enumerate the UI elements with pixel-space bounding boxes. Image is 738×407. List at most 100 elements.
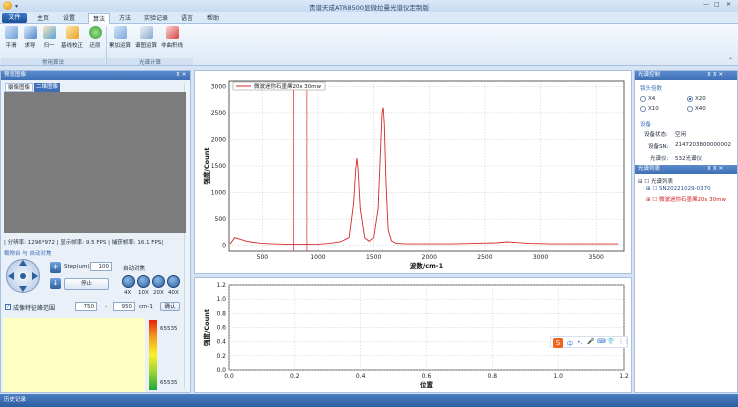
group-spectrum-calculation: 光谱计算: [107, 58, 193, 66]
profile-xtick-label: 1.0: [553, 373, 563, 380]
tab-experiment-records[interactable]: 实验记录: [142, 13, 170, 24]
spectrum-operation-button[interactable]: 谱图运算: [134, 26, 158, 49]
normalize-label: 归一: [43, 43, 55, 49]
baseline-label: 基线校正: [60, 43, 83, 49]
ribbon-tab-bar: 文件 主页 设置 算法 方法 实验记录 语言 帮助: [0, 12, 738, 24]
ribbon-collapse-icon[interactable]: ⌃: [728, 57, 733, 64]
objective-20x-icon[interactable]: [152, 275, 165, 288]
camera-status: | 分辨率: 1296*972 | 显示帧率: 9.5 FPS | 捕获帧率: …: [4, 240, 164, 246]
panel-pin-icon[interactable]: ⊼ ✕: [176, 71, 186, 80]
spectrum-xtick-label: 3500: [589, 254, 604, 261]
derivative-label: 求导: [24, 43, 36, 49]
group-common-algorithms: 常用算法: [1, 58, 105, 66]
minimize-button[interactable]: —: [703, 1, 709, 8]
tab-camera-image[interactable]: 摄像图像: [5, 83, 34, 92]
radio-x4[interactable]: [640, 96, 646, 102]
tree-item-sample[interactable]: ⊞ ☐ 微波迷你石墨烯20s 30mw: [646, 195, 726, 203]
z-up-button[interactable]: +: [50, 262, 61, 273]
ime-voice-icon[interactable]: 🎤: [587, 338, 594, 345]
objective-40x-icon[interactable]: [167, 275, 180, 288]
spectrum-xtick-label: 1500: [366, 254, 381, 261]
profile-ytick-label: 1.2: [216, 282, 226, 289]
smooth-icon: [4, 26, 18, 39]
profile-ytick-label: 0.8: [216, 310, 226, 317]
tab-2d-image[interactable]: 二维图像: [34, 83, 61, 92]
profile-xtick-label: 0.2: [290, 373, 300, 380]
objective-10x-icon[interactable]: [137, 275, 150, 288]
profile-xtick-label: 0.0: [224, 373, 234, 380]
close-button[interactable]: ✕: [726, 1, 731, 8]
spectrum-xtick-label: 3000: [533, 254, 548, 261]
spectrum-xlabel: 波数/cm-1: [410, 261, 444, 270]
ime-skin-icon[interactable]: 👕: [607, 338, 614, 345]
range-from-input[interactable]: 750: [75, 302, 97, 311]
normalize-button[interactable]: 归一: [40, 26, 58, 49]
history-panel-header[interactable]: 历史记录: [0, 394, 738, 407]
maximize-button[interactable]: □: [714, 1, 720, 8]
spectrum-ytick-label: 2000: [211, 136, 226, 143]
spectrum-list-header: 光谱列表 ⊼ ⊼ ✕: [635, 165, 737, 174]
accumulate-button[interactable]: 累加运算: [108, 26, 132, 49]
tab-language[interactable]: 语言: [178, 13, 196, 24]
stage-down-arrow-icon[interactable]: [19, 286, 27, 292]
profile-chart[interactable]: 0.0 0.2 0.4 0.6 0.8 1.0 1.2 0.0 0.2 0.4 0.6 0.8 1.0 1…: [194, 277, 632, 393]
stage-section-title: 载物台 与 自动对焦: [4, 251, 52, 257]
radio-x40-label: X40: [695, 106, 706, 112]
confirm-button[interactable]: 确认: [160, 302, 180, 311]
colorbar-min-label: 65535: [160, 380, 178, 386]
panel-pin-icon[interactable]: ⊼ ⊼ ✕: [707, 71, 723, 80]
radio-x40[interactable]: [687, 106, 693, 112]
restore-label: 还原: [89, 43, 101, 49]
restore-icon: [88, 26, 102, 39]
ime-keyboard-icon[interactable]: ⌨: [597, 338, 606, 345]
ime-toolbar[interactable]: S 中 •, 🎤 ⌨ 👕 ⋮⋮: [550, 336, 630, 348]
tree-root-label: 光谱列表: [651, 179, 674, 185]
objective-20x-label: 20X: [153, 290, 164, 296]
objective-40x-label: 40X: [168, 290, 179, 296]
spectrum-xtick-label: 2500: [477, 254, 492, 261]
restore-button[interactable]: 还原: [86, 26, 104, 49]
ime-mode-icon[interactable]: 中: [567, 339, 573, 348]
stage-right-arrow-icon[interactable]: [32, 272, 38, 280]
radio-x20[interactable]: [687, 96, 693, 102]
range-to-input[interactable]: 950: [113, 302, 135, 311]
accumulate-label: 累加运算: [108, 43, 131, 49]
tab-help[interactable]: 帮助: [204, 13, 222, 24]
imaging-result: [3, 318, 145, 392]
sogou-logo-icon: S: [553, 338, 563, 348]
app-menu-button[interactable]: 文件: [2, 13, 27, 23]
objective-10x-label: 10X: [138, 290, 149, 296]
ime-menu-icon[interactable]: ⋮⋮: [618, 338, 630, 345]
stage-left-arrow-icon[interactable]: [8, 272, 14, 280]
step-input[interactable]: 100: [90, 262, 112, 271]
tree-item-sn-label: SN20221029-0370: [659, 186, 711, 192]
smooth-button[interactable]: 平滑: [2, 26, 20, 49]
colorbar-max-label: 65535: [160, 326, 178, 332]
radio-x10[interactable]: [640, 106, 646, 112]
profile-xtick-label: 0.8: [488, 373, 498, 380]
stop-button[interactable]: 停止: [64, 278, 109, 290]
tab-method[interactable]: 方法: [116, 13, 134, 24]
profile-ytick-label: 0.6: [216, 325, 226, 332]
list-pin-icon[interactable]: ⊼ ⊼ ✕: [707, 165, 723, 174]
curve-integration-button[interactable]: 非曲积线: [160, 26, 184, 49]
tree-root[interactable]: ⊟ ☐ 光谱列表: [638, 177, 673, 185]
baseline-correction-button[interactable]: 基线校正: [60, 26, 84, 49]
objective-4x-icon[interactable]: [122, 275, 135, 288]
range-checkbox[interactable]: ✓: [5, 304, 11, 310]
z-down-button[interactable]: ↓: [50, 278, 61, 289]
camera-preview[interactable]: [4, 92, 186, 233]
stage-up-arrow-icon[interactable]: [19, 260, 27, 266]
derivative-button[interactable]: 求导: [21, 26, 39, 49]
spectrum-chart[interactable]: 500 1000 1500 2000 2500 3000 3500 0 500 1000 1500 2…: [194, 70, 632, 274]
ime-punct-icon[interactable]: •,: [577, 339, 582, 346]
profile-ytick-label: 0.2: [216, 353, 226, 360]
tab-algorithm[interactable]: 算法: [88, 13, 110, 24]
accumulate-icon: [113, 26, 127, 39]
stage-center-dot-icon: [20, 273, 26, 279]
title-bar: ▾ 贵谱天成ATR8500显微拉曼光谱仪定制版 — □ ✕: [0, 0, 738, 12]
tab-settings[interactable]: 设置: [60, 13, 78, 24]
spectrometer-label: 光谱仪:: [650, 156, 669, 162]
tab-home[interactable]: 主页: [34, 13, 52, 24]
tree-item-sn[interactable]: ⊞ ☐ SN20221029-0370: [646, 186, 711, 192]
